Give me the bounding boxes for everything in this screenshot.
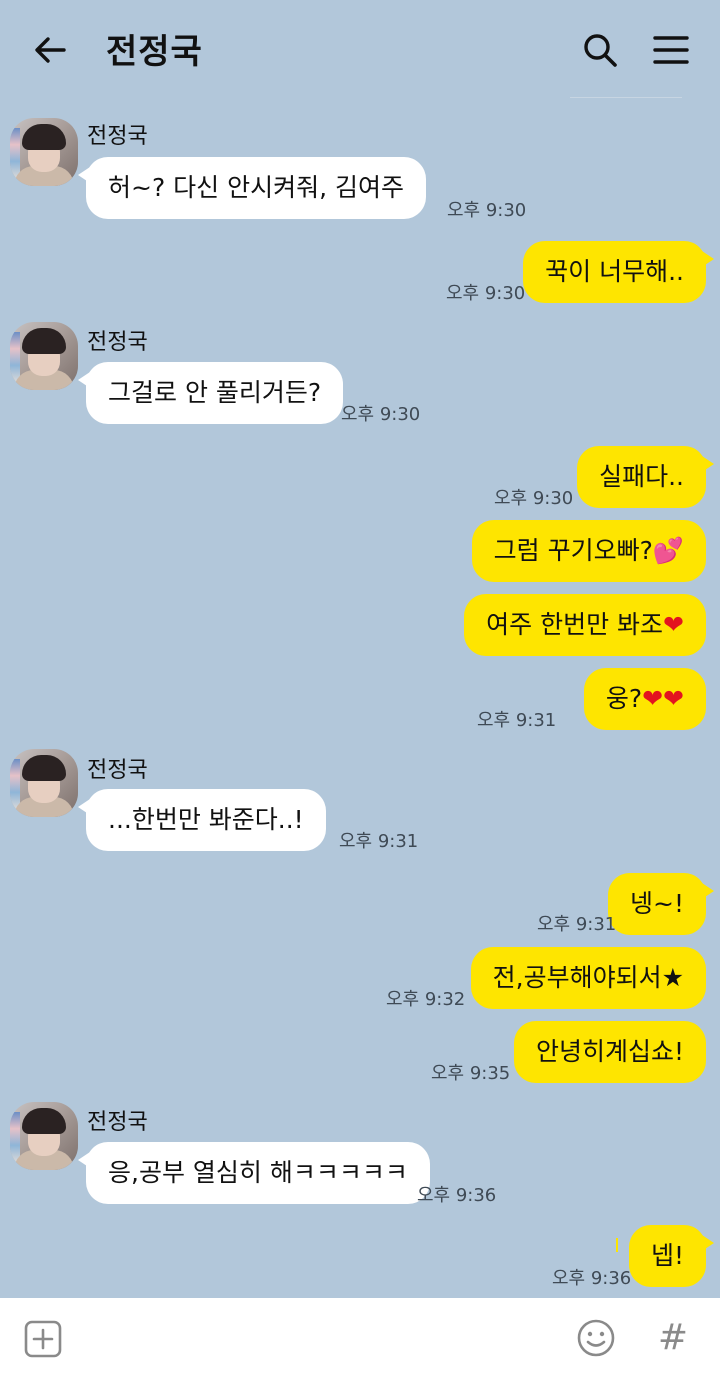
menu-button[interactable] [650, 30, 692, 70]
message-time: 오후 9:31 [477, 710, 557, 731]
smiley-icon [577, 1319, 615, 1357]
chat-title: 전정국 [106, 32, 203, 72]
message-time: 오후 9:36 [417, 1185, 497, 1206]
message-time: 오후 9:30 [446, 283, 526, 304]
chat-header: 전정국 [0, 0, 720, 96]
search-icon [584, 34, 617, 67]
emoticon-button[interactable] [576, 1318, 616, 1358]
message-text: 웅? [605, 684, 643, 713]
outgoing-message[interactable]: 그럼 꾸기오빠?💕 [471, 520, 706, 582]
outgoing-message[interactable]: 여주 한번만 봐조❤ [464, 594, 706, 656]
heart-icon: ❤ [642, 684, 664, 713]
search-button[interactable] [580, 30, 620, 70]
divider-line [570, 97, 682, 98]
hamburger-menu-icon [653, 36, 689, 64]
message-text: 여주 한번만 봐조 [486, 610, 664, 639]
attach-button[interactable] [24, 1320, 62, 1358]
outgoing-message[interactable]: 넵! [628, 1225, 715, 1287]
message-input-bar: # [0, 1298, 720, 1382]
outgoing-message[interactable]: 꾹이 너무해.. [523, 241, 714, 303]
read-indicator [616, 1238, 618, 1252]
message-time: 오후 9:32 [386, 989, 466, 1010]
message-time: 오후 9:35 [431, 1063, 511, 1084]
back-button[interactable] [30, 30, 70, 70]
outgoing-message[interactable]: 안녕히계십쇼! [513, 1021, 706, 1083]
sender-name: 전정국 [87, 124, 148, 149]
outgoing-message[interactable]: 전,공부해야되서★ [470, 947, 706, 1009]
back-arrow-icon [35, 37, 66, 63]
heart-icon: ❤ [663, 610, 684, 639]
sender-name: 전정국 [87, 758, 148, 783]
message-time: 오후 9:31 [339, 831, 419, 852]
incoming-message[interactable]: 허~? 다신 안시켜줘, 김여주 [77, 157, 427, 219]
message-time: 오후 9:30 [447, 200, 527, 221]
contact-avatar[interactable] [10, 1102, 78, 1170]
outgoing-message[interactable]: 웅?❤❤ [583, 668, 706, 730]
outgoing-message[interactable]: 넹~! [608, 873, 714, 935]
contact-avatar[interactable] [10, 118, 78, 186]
message-time: 오후 9:30 [341, 404, 421, 425]
sender-name: 전정국 [87, 330, 148, 355]
heart-icon: ❤ [663, 684, 684, 713]
message-time: 오후 9:36 [552, 1268, 632, 1289]
incoming-message[interactable]: 그걸로 안 풀리거든? [77, 362, 344, 424]
message-time: 오후 9:30 [494, 488, 574, 509]
contact-avatar[interactable] [10, 322, 78, 390]
message-time: 오후 9:31 [537, 914, 617, 935]
outgoing-message[interactable]: 실패다.. [577, 446, 714, 508]
plus-square-icon [24, 1320, 62, 1358]
sender-name: 전정국 [87, 1110, 148, 1135]
contact-avatar[interactable] [10, 749, 78, 817]
incoming-message[interactable]: ...한번만 봐준다..! [78, 789, 326, 851]
hashtag-button[interactable]: # [656, 1316, 690, 1360]
incoming-message[interactable]: 응,공부 열심히 해ㅋㅋㅋㅋㅋ [78, 1142, 430, 1204]
